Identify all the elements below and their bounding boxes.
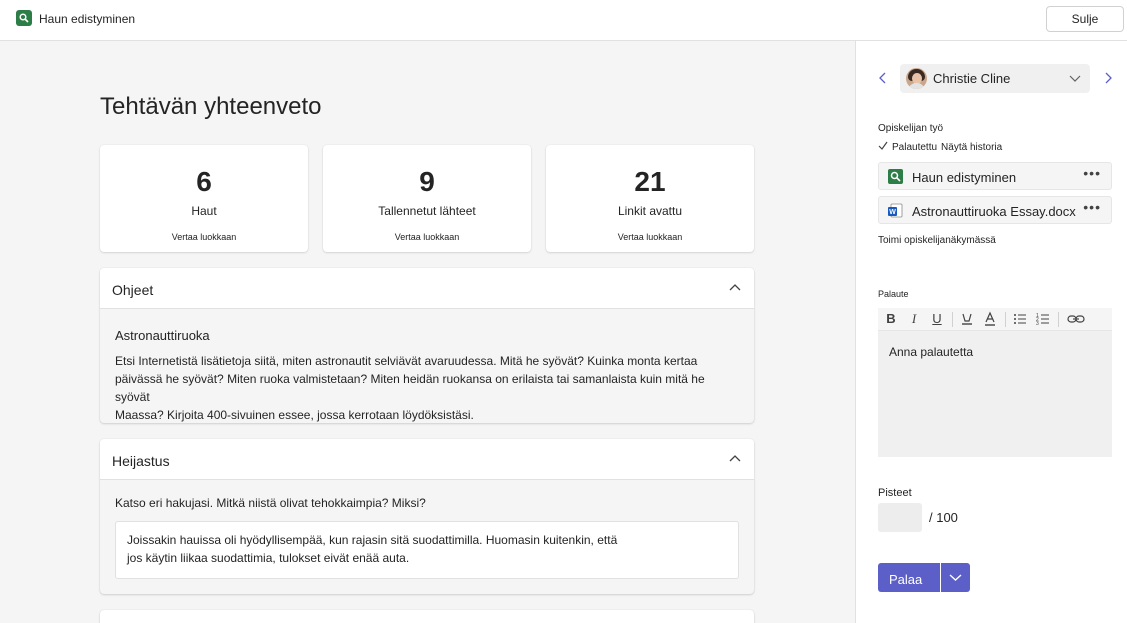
compare-to-class-link[interactable]: Vertaa luokkaan — [323, 232, 531, 242]
instructions-title: Ohjeet — [112, 282, 154, 298]
next-student-icon[interactable] — [1101, 71, 1115, 85]
stat-value: 21 — [634, 166, 666, 197]
font-color-icon[interactable] — [982, 311, 998, 327]
chevron-up-icon[interactable] — [728, 281, 742, 295]
bold-icon[interactable]: B — [883, 311, 899, 327]
points-input[interactable] — [878, 503, 922, 532]
next-panel — [100, 610, 754, 623]
grading-side-panel: Christie Cline Opiskelijan työ Palautett… — [855, 41, 1127, 623]
submission-status: Palautettu Näytä historia — [878, 141, 1002, 153]
points-max: / 100 — [929, 510, 958, 525]
return-options-button[interactable] — [941, 563, 970, 592]
reflection-answer-line: jos käytin liikaa suodattimia, tulokset … — [127, 551, 410, 565]
stat-label: Linkit avattu — [617, 204, 683, 218]
feedback-placeholder: Anna palautetta — [889, 345, 974, 359]
reflection-panel: Heijastus Katso eri hakujasi. Mitkä niis… — [100, 439, 754, 594]
feedback-label: Palaute — [878, 289, 909, 299]
file-item-search-progress[interactable]: Haun edistyminen ••• — [878, 162, 1112, 190]
more-options-icon[interactable]: ••• — [1083, 199, 1101, 215]
points-label: Pisteet — [878, 487, 912, 499]
return-button[interactable]: Palaa — [878, 563, 940, 592]
window-title: Haun edistyminen — [39, 12, 136, 26]
stat-card-saved-sources: 9 Tallennetut lähteet Vertaa luokkaan — [323, 145, 531, 252]
stat-value: 6 — [196, 166, 212, 197]
svg-text:3: 3 — [1036, 321, 1039, 327]
numbered-list-icon[interactable]: 123 — [1035, 311, 1051, 327]
instructions-line: Etsi Internetistä lisätietoja siitä, mit… — [115, 354, 698, 368]
status-text: Palautettu — [892, 142, 938, 153]
search-progress-icon — [16, 10, 32, 26]
more-options-icon[interactable]: ••• — [1083, 165, 1101, 181]
reflection-title: Heijastus — [112, 453, 170, 469]
act-as-student-link[interactable]: Toimi opiskelijanäkymässä — [878, 235, 996, 246]
top-bar: Haun edistyminen Sulje — [0, 0, 1127, 41]
stat-label: Tallennetut lähteet — [378, 204, 476, 218]
chevron-up-icon[interactable] — [728, 452, 742, 466]
file-item-essay[interactable]: W Astronauttiruoka Essay.docx ••• — [878, 196, 1112, 224]
highlight-icon[interactable] — [959, 311, 975, 327]
instructions-heading: Astronauttiruoka — [115, 328, 210, 343]
instructions-text: Etsi Internetistä lisätietoja siitä, mit… — [115, 352, 735, 423]
reflection-answer-line: Joissakin hauissa oli hyödyllisempää, ku… — [127, 533, 618, 547]
bullet-list-icon[interactable] — [1012, 311, 1028, 327]
stat-label: Haut — [191, 204, 217, 218]
file-name: Haun edistyminen — [912, 170, 1017, 185]
main-content: Tehtävän yhteenveto 6 Haut Vertaa luokka… — [0, 41, 855, 623]
instructions-line: Maassa? Kirjoita 400-sivuinen essee, jos… — [115, 408, 474, 422]
student-selector[interactable]: Christie Cline — [900, 64, 1090, 93]
chevron-down-icon — [949, 574, 962, 581]
checkmark-icon — [878, 141, 888, 153]
link-icon[interactable] — [1066, 311, 1086, 327]
stat-value: 9 — [419, 166, 435, 197]
close-button[interactable]: Sulje — [1046, 6, 1124, 32]
instructions-header[interactable]: Ohjeet — [100, 268, 754, 309]
page-title: Tehtävän yhteenveto — [100, 93, 322, 120]
svg-text:W: W — [889, 209, 896, 216]
student-name: Christie Cline — [933, 71, 1011, 86]
compare-to-class-link[interactable]: Vertaa luokkaan — [100, 232, 308, 242]
student-work-label: Opiskelijan työ — [878, 123, 944, 134]
italic-icon[interactable]: I — [906, 311, 922, 327]
search-progress-icon — [888, 169, 903, 184]
compare-to-class-link[interactable]: Vertaa luokkaan — [546, 232, 754, 242]
previous-student-icon[interactable] — [876, 71, 890, 85]
word-icon: W — [888, 203, 903, 218]
feedback-input[interactable]: Anna palautetta — [878, 331, 1112, 457]
stat-card-links-opened: 21 Linkit avattu Vertaa luokkaan — [546, 145, 754, 252]
instructions-panel: Ohjeet Astronauttiruoka Etsi Internetist… — [100, 268, 754, 423]
stat-card-searches: 6 Haut Vertaa luokkaan — [100, 145, 308, 252]
instructions-line: päivässä he syövät? Miten ruoka valmiste… — [115, 372, 705, 404]
chevron-down-icon — [1069, 75, 1081, 82]
avatar — [906, 68, 927, 89]
file-name: Astronauttiruoka Essay.docx — [912, 204, 1076, 219]
reflection-question: Katso eri hakujasi. Mitkä niistä olivat … — [115, 496, 426, 510]
reflection-answer: Joissakin hauissa oli hyödyllisempää, ku… — [115, 521, 739, 579]
feedback-toolbar: B I U 123 — [878, 308, 1112, 331]
underline-icon[interactable]: U — [929, 311, 945, 327]
reflection-header[interactable]: Heijastus — [100, 439, 754, 480]
view-history-link[interactable]: Näytä historia — [941, 142, 1002, 153]
